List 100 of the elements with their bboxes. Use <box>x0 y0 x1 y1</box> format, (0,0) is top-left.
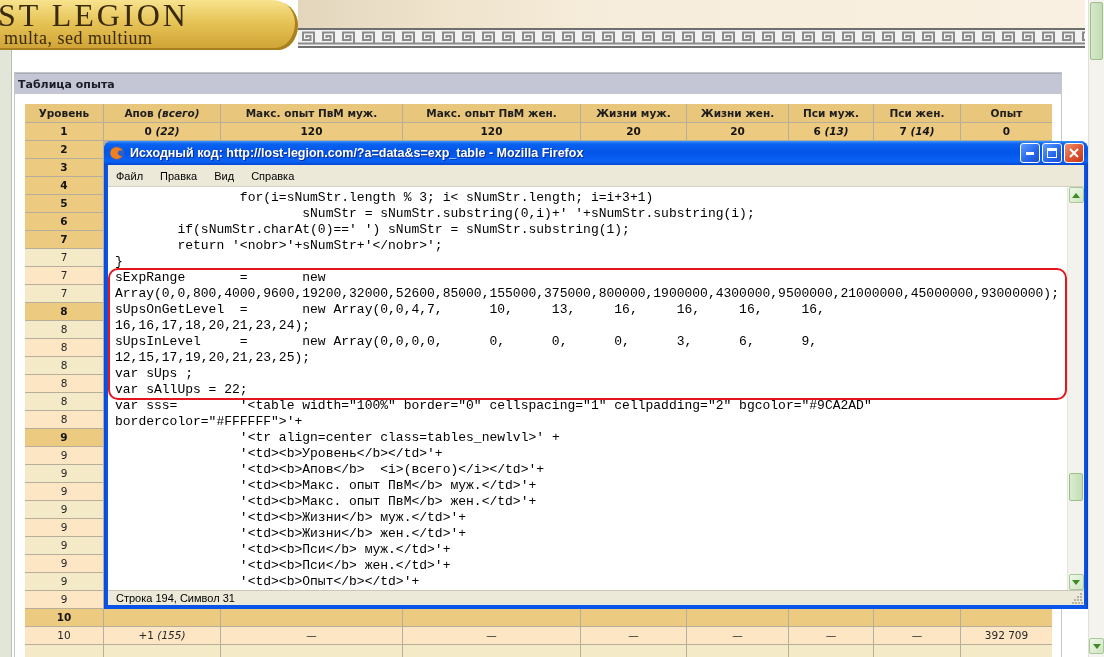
code-line: bordercolor="#FFFFFF">'+ <box>115 414 303 429</box>
code-line: '<td><b>Жизни</b> муж.</td>'+ <box>239 510 467 525</box>
column-header: Уровень <box>25 104 103 122</box>
table-cell: 10 <box>25 609 103 626</box>
table-cell: 9 <box>25 519 103 536</box>
menu-item[interactable]: Правка <box>153 167 205 184</box>
column-header: Пси жен. <box>874 104 960 122</box>
table-cell: — <box>687 627 788 644</box>
table-cell: 8 <box>25 303 103 320</box>
table-cell: 9 <box>25 465 103 482</box>
table-cell: 9 <box>25 483 103 500</box>
table-cell: 8 <box>25 393 103 410</box>
table-cell: 7 <box>25 285 103 302</box>
table-cell: 8 <box>25 375 103 392</box>
column-header: Жизни муж. <box>581 104 686 122</box>
column-header: Жизни жен. <box>687 104 788 122</box>
table-cell: — <box>874 627 960 644</box>
globe-icon <box>109 145 125 161</box>
minimize-button[interactable] <box>1020 143 1040 163</box>
table-cell: 9 <box>25 591 103 608</box>
code-line: '<td><b>Опыт</b></td>'+ <box>239 574 420 589</box>
code-line: sNumStr = sNumStr.substring(0,i)+' '+sNumStr.substring(i); <box>302 206 755 221</box>
minimize-icon <box>1026 151 1034 155</box>
table-cell: 120 <box>403 123 580 140</box>
menu-item[interactable]: Вид <box>207 167 242 184</box>
down-arrow-icon <box>1072 579 1080 585</box>
resize-grip-icon <box>1072 593 1083 604</box>
table-cell: 120 <box>221 123 402 140</box>
code-line: '<td><b>Жизни</b> жен.</td>'+ <box>239 526 467 541</box>
page-scrollbar[interactable] <box>1088 0 1104 657</box>
scroll-down-button[interactable] <box>1089 638 1104 654</box>
scrollbar-track[interactable] <box>1067 187 1084 590</box>
table-cell: 9 <box>25 555 103 572</box>
code-line: if(sNumStr.charAt(0)==' ') sNumStr = sNumStr.substring(1); <box>177 222 630 237</box>
up-arrow-icon <box>1072 192 1080 198</box>
table-cell: 8 <box>25 411 103 428</box>
logo-motto: multa, sed multium <box>4 30 153 47</box>
column-header: Апов (всего) <box>104 104 220 122</box>
code-line: sExpRange = new <box>115 270 326 285</box>
table-cell: 1 <box>25 123 103 140</box>
close-button[interactable] <box>1064 143 1084 163</box>
menu-item[interactable]: Файл <box>109 167 151 184</box>
table-cell: 20 <box>581 123 686 140</box>
table-cell: 7 (14) <box>874 123 960 140</box>
table-cell: 9 <box>25 537 103 554</box>
table-cell: 6 (13) <box>789 123 873 140</box>
table-cell: — <box>221 627 402 644</box>
code-line: '<td><b>Пси</b> жен.</td>'+ <box>239 558 451 573</box>
scroll-down-button[interactable] <box>1068 574 1084 590</box>
table-cell: 10 <box>25 627 103 644</box>
code-line: sUpsOnGetLevel = new Array(0,0,4,7, 10, 13, 16, 16, 16, 16, <box>115 302 825 317</box>
code-line: sUpsInLevel = new Array(0,0,0,0, 0, 0, 0, 3, 6, 9, <box>115 334 818 349</box>
table-cell: 8 <box>25 339 103 356</box>
table-cell: 9 <box>25 429 103 446</box>
table-cell: 9 <box>25 501 103 518</box>
table-cell: 6 <box>25 213 103 230</box>
close-icon <box>1069 148 1079 158</box>
code-line: '<td><b>Макс. опыт ПвМ</b> муж.</td>'+ <box>239 478 537 493</box>
scroll-up-button[interactable] <box>1068 187 1084 203</box>
code-line: return '<nobr>'+sNumStr+'</nobr>'; <box>177 238 443 253</box>
table-cell: — <box>789 627 873 644</box>
table-cell: +1 (155) <box>104 627 220 644</box>
table-cell: 9 <box>25 573 103 590</box>
logo-title: ST LEGION <box>0 0 189 30</box>
code-line: var sss= '<table width="100%" border="0" cellspacing="1" cellpadding="2" bgcolor="#9CA2AD" <box>115 398 872 413</box>
table-cell: 2 <box>25 141 103 158</box>
scrollbar-thumb[interactable] <box>1069 473 1083 501</box>
maximize-icon <box>1047 148 1057 158</box>
column-header: Опыт <box>961 104 1052 122</box>
table-cell: 0 (22) <box>104 123 220 140</box>
code-line: for(i=sNumStr.length % 3; i< sNumStr.length; i=i+3+1) <box>239 190 654 205</box>
table-cell: 0 <box>961 123 1052 140</box>
panel-title: Таблица опыта <box>15 73 1061 94</box>
code-line: Array(0,0,800,4000,9600,19200,32000,52600,85000,155000,375000,800000,1900000,4300000,9500000,21000000,45000000,93000000); <box>115 286 1059 301</box>
status-text: Строка 194, Символ 31 <box>116 592 235 604</box>
table-cell: 9 <box>25 447 103 464</box>
code-line: 12,15,17,19,20,21,23,25); <box>115 350 311 365</box>
table-cell: 3 <box>25 159 103 176</box>
column-header: Макс. опыт ПвМ муж. <box>221 104 402 122</box>
table-cell: 8 <box>25 321 103 338</box>
code-line: '<td><b>Макс. опыт ПвМ</b> жен.</td>'+ <box>239 494 537 509</box>
table-cell: 4 <box>25 177 103 194</box>
table-cell: 20 <box>687 123 788 140</box>
menu-item[interactable]: Справка <box>244 167 302 184</box>
table-cell: 7 <box>25 249 103 266</box>
window-title: Исходный код: http://lost-legion.com/?a=data&s=exp_table - Mozilla Firefox <box>130 146 585 160</box>
table-cell: 5 <box>25 195 103 212</box>
code-line: 16,16,17,18,20,21,23,24); <box>115 318 311 333</box>
code-line: var sAllUps = 22; <box>115 382 248 397</box>
table-cell: 392 709 <box>961 627 1052 644</box>
maximize-button[interactable] <box>1042 143 1062 163</box>
column-header: Пси муж. <box>789 104 873 122</box>
column-header: Макс. опыт ПвМ жен. <box>403 104 580 122</box>
table-cell: 8 <box>25 357 103 374</box>
code-line: } <box>115 254 123 269</box>
table-cell: 7 <box>25 267 103 284</box>
table-cell: — <box>581 627 686 644</box>
scrollbar-thumb[interactable] <box>1090 2 1103 60</box>
code-line: '<tr align=center class=tables_newlvl>' + <box>239 430 560 445</box>
code-line: '<td><b>Апов</b> <i>(всего)</i></td>'+ <box>239 462 545 477</box>
